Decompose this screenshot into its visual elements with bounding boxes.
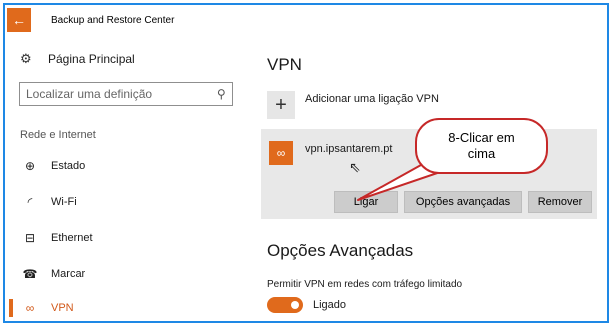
- callout-line-1: 8-Clicar em: [448, 130, 515, 145]
- window-title: Backup and Restore Center: [51, 14, 175, 26]
- sidebar-item-estado[interactable]: ⊕ Estado: [5, 151, 245, 181]
- sidebar-item-label: Estado: [51, 160, 86, 172]
- add-vpn-label: Adicionar uma ligação VPN: [305, 93, 439, 105]
- vpn-connection-icon: ∞: [269, 141, 293, 165]
- mouse-cursor-icon: ⇖: [349, 159, 361, 175]
- toggle-knob: [291, 301, 299, 309]
- metered-toggle[interactable]: [267, 297, 303, 313]
- sidebar-item-marcar[interactable]: ☎ Marcar: [5, 259, 245, 289]
- search-icon[interactable]: ⚲: [217, 87, 226, 101]
- toggle-state-label: Ligado: [313, 299, 347, 311]
- back-arrow-icon: ←: [12, 12, 26, 28]
- active-indicator: [9, 299, 13, 317]
- vpn-icon: ∞: [25, 301, 35, 315]
- section-label: Rede e Internet: [20, 129, 96, 141]
- sidebar-home-link[interactable]: ⚙ Página Principal: [20, 51, 135, 67]
- annotation-callout: 8-Clicar em cima: [415, 118, 548, 174]
- connect-button[interactable]: Ligar: [334, 191, 398, 213]
- sidebar-item-label: VPN: [51, 302, 74, 314]
- home-label: Página Principal: [48, 52, 135, 66]
- metered-toggle-row[interactable]: Ligado: [267, 297, 346, 313]
- search-input[interactable]: [26, 87, 218, 101]
- ethernet-icon: ⊟: [24, 231, 36, 245]
- sidebar-item-vpn[interactable]: ∞ VPN: [5, 293, 245, 321]
- sidebar: ⚙ Página Principal ⚲ Rede e Internet ⊕ E…: [5, 35, 245, 321]
- back-button[interactable]: ←: [7, 8, 31, 32]
- sidebar-item-label: Ethernet: [51, 232, 93, 244]
- gear-icon: ⚙: [20, 51, 32, 66]
- plus-icon: +: [267, 91, 295, 119]
- advanced-options-button[interactable]: Opções avançadas: [404, 191, 522, 213]
- add-vpn-button[interactable]: + Adicionar uma ligação VPN: [267, 91, 439, 119]
- wifi-icon: ◜: [27, 195, 33, 209]
- sidebar-item-label: Wi-Fi: [51, 196, 77, 208]
- sidebar-item-ethernet[interactable]: ⊟ Ethernet: [5, 223, 245, 253]
- sidebar-item-wifi[interactable]: ◜ Wi-Fi: [5, 187, 245, 217]
- vpn-connection-name: vpn.ipsantarem.pt: [305, 143, 393, 155]
- remove-button[interactable]: Remover: [528, 191, 592, 213]
- sidebar-item-label: Marcar: [51, 268, 86, 280]
- title-bar: ← Backup and Restore Center: [5, 5, 607, 35]
- callout-line-2: cima: [467, 146, 496, 161]
- globe-icon: ⊕: [24, 159, 36, 173]
- main-content: VPN + Adicionar uma ligação VPN ∞ vpn.ip…: [261, 35, 607, 321]
- metered-network-label: Permitir VPN em redes com tráfego limita…: [267, 279, 463, 290]
- advanced-options-heading: Opções Avançadas: [267, 241, 414, 260]
- page-title: VPN: [267, 55, 302, 74]
- dialup-icon: ☎: [22, 267, 38, 281]
- settings-search-box[interactable]: ⚲: [19, 82, 233, 106]
